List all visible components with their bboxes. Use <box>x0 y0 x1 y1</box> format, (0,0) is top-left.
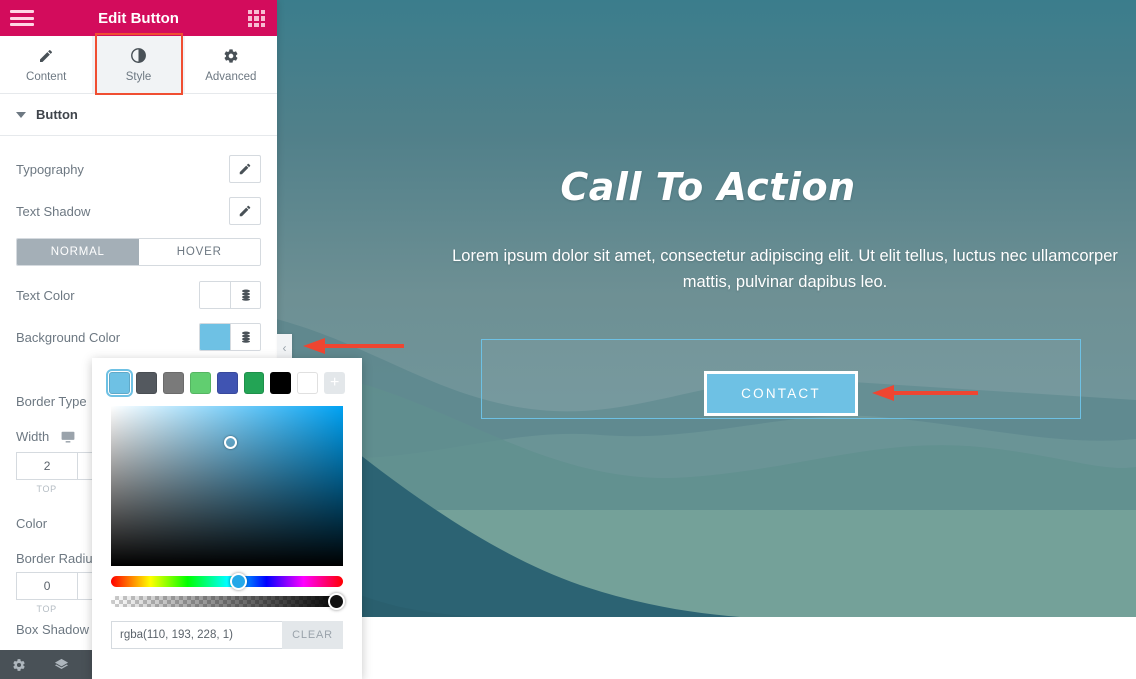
control-background-color: Background Color <box>0 316 277 358</box>
swatch-indigo[interactable] <box>216 372 238 394</box>
color-picker-swatches: + <box>92 358 362 402</box>
contrast-half-circle-icon <box>129 47 147 65</box>
radius-top-caption: TOP <box>36 604 57 614</box>
swatch-dark-slate[interactable] <box>135 372 157 394</box>
gear-icon <box>222 47 240 65</box>
panel-title: Edit Button <box>98 9 179 27</box>
desktop-monitor-icon[interactable] <box>61 431 75 446</box>
hue-slider-handle[interactable] <box>230 573 247 590</box>
swatch-light-blue[interactable] <box>106 369 133 397</box>
width-label: Width <box>16 429 75 446</box>
swatch-white[interactable] <box>297 372 319 394</box>
hero-subtitle: Lorem ipsum dolor sit amet, consectetur … <box>452 247 1118 291</box>
control-text-shadow: Text Shadow <box>0 190 277 232</box>
contact-button[interactable]: CONTACT <box>704 371 858 416</box>
tab-style[interactable]: Style <box>92 36 185 93</box>
swatch-green[interactable] <box>243 372 265 394</box>
alpha-slider[interactable] <box>111 593 345 610</box>
tab-content[interactable]: Content <box>0 36 93 93</box>
hue-slider[interactable] <box>111 573 343 590</box>
control-text-color: Text Color <box>0 274 277 316</box>
tab-advanced[interactable]: Advanced <box>184 36 277 93</box>
text-color-swatch-group <box>199 281 261 309</box>
annotation-arrow-button <box>868 384 978 402</box>
tab-style-label: Style <box>125 70 152 83</box>
color-label: Color <box>16 515 48 531</box>
typography-edit-pencil-icon[interactable] <box>229 155 261 183</box>
color-picker-popup: + CLEAR <box>92 358 362 679</box>
control-typography: Typography <box>0 148 277 190</box>
text-color-label: Text Color <box>16 287 75 303</box>
background-color-swatch[interactable] <box>200 324 230 350</box>
typography-label: Typography <box>16 161 84 177</box>
width-top-caption: TOP <box>36 484 57 494</box>
section-header-button[interactable]: Button <box>0 94 277 136</box>
background-color-palette-icon[interactable] <box>230 324 260 350</box>
chevron-down-icon <box>16 111 26 118</box>
border-type-label: Border Type <box>16 393 87 409</box>
section-title: Button <box>36 107 78 122</box>
color-picker-footer: CLEAR <box>111 621 343 649</box>
add-swatch-button[interactable]: + <box>324 372 346 394</box>
layers-icon[interactable] <box>54 657 69 672</box>
tab-content-label: Content <box>26 70 67 83</box>
swatch-gray[interactable] <box>162 372 184 394</box>
text-color-swatch[interactable] <box>200 282 230 308</box>
background-color-label: Background Color <box>16 329 121 345</box>
state-toggle: NORMAL HOVER <box>16 238 261 266</box>
swatch-black[interactable] <box>270 372 292 394</box>
grid-apps-icon[interactable] <box>248 10 265 27</box>
hero-title: Call To Action <box>560 165 856 209</box>
text-color-palette-icon[interactable] <box>230 282 260 308</box>
swatch-light-green[interactable] <box>189 372 211 394</box>
saturation-brightness-area[interactable] <box>111 406 343 566</box>
annotation-arrow-panel <box>299 337 404 355</box>
panel-header: Edit Button <box>0 0 277 36</box>
color-value-input[interactable] <box>111 621 282 649</box>
radius-top-input[interactable] <box>16 572 78 600</box>
width-top-input[interactable] <box>16 452 78 480</box>
width-top-cell: TOP <box>16 452 78 494</box>
radius-top-cell: TOP <box>16 572 78 614</box>
background-color-swatch-group <box>199 323 261 351</box>
alpha-slider-handle[interactable] <box>328 593 345 610</box>
state-hover-button[interactable]: HOVER <box>138 239 260 265</box>
pencil-icon <box>37 47 55 65</box>
text-shadow-label: Text Shadow <box>16 203 91 219</box>
app-root: Call To Action Lorem ipsum dolor sit ame… <box>0 0 1136 679</box>
state-normal-button[interactable]: NORMAL <box>17 239 139 265</box>
hamburger-icon[interactable] <box>10 10 34 26</box>
saturation-handle[interactable] <box>224 436 237 449</box>
settings-gear-icon[interactable] <box>12 658 26 672</box>
panel-tabs: Content Style Advanced <box>0 36 277 94</box>
box-shadow-label: Box Shadow <box>16 621 89 637</box>
tab-advanced-label: Advanced <box>205 70 257 83</box>
clear-color-button[interactable]: CLEAR <box>282 621 343 649</box>
text-shadow-edit-pencil-icon[interactable] <box>229 197 261 225</box>
border-radius-label: Border Radius <box>16 550 100 566</box>
